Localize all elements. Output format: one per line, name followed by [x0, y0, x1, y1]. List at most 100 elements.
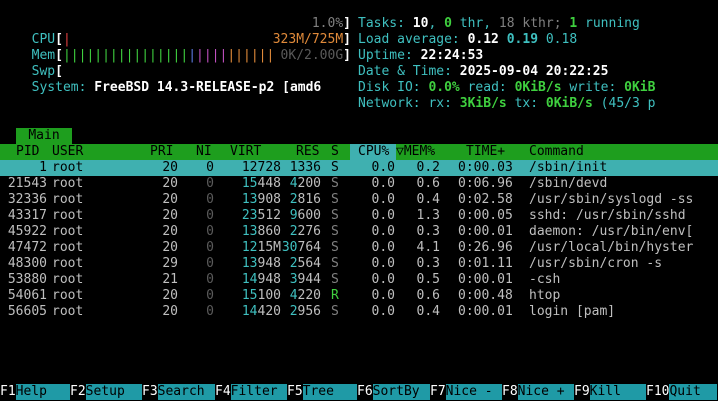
- cell-user: root: [52, 288, 84, 303]
- disk-io-pct: 0.0%: [428, 80, 460, 95]
- cell-user: root: [52, 240, 84, 255]
- cell-pri: 20: [162, 208, 178, 223]
- cell-time: 0:01.11: [458, 256, 513, 271]
- cell-cmd: htop: [529, 288, 561, 303]
- cell-res: 2956: [289, 304, 321, 319]
- cell-cpu: 0.0: [371, 224, 395, 239]
- cell-mem: 0.4: [416, 192, 440, 207]
- kthr-count: 18 kthr;: [498, 16, 562, 31]
- cell-pid: 53880: [7, 272, 47, 287]
- cell-pid: 45922: [7, 224, 47, 239]
- col-pri[interactable]: PRI: [150, 144, 173, 160]
- fkey-filter[interactable]: F4Filter: [215, 384, 287, 401]
- cell-user: root: [52, 256, 84, 271]
- process-row[interactable]: 21543 root 20 0 15448 4200 S 0.0 0.6 0:06.96/sbin…: [0, 176, 718, 192]
- cell-time: 0:00.01: [458, 272, 513, 287]
- col-res[interactable]: RES: [296, 144, 319, 160]
- fkey-key: F1: [0, 384, 16, 399]
- cell-cmd: /sbin/init: [529, 160, 608, 175]
- tab-bar: Main: [0, 128, 718, 144]
- datetime-line: Date & Time: 2025-09-04 20:22:25: [358, 64, 609, 79]
- process-table-header: PID USER PRI NI VIRT RES S CPU% ▽MEM% TI…: [0, 144, 718, 160]
- cell-s: S: [331, 176, 339, 191]
- cell-cpu: 0.0: [371, 256, 395, 271]
- col-time[interactable]: TIME+: [466, 144, 505, 160]
- running-count: 1: [569, 16, 578, 31]
- cell-ni: 0: [206, 304, 214, 319]
- fkey-quit[interactable]: F10Quit: [646, 384, 718, 401]
- process-row[interactable]: 48300 root 29 0 13948 2564 S 0.0 0.3 0:01.11/usr/…: [0, 256, 718, 272]
- process-row[interactable]: 54061 root 20 0 15100 4220 R 0.0 0.6 0:00.48 htop: [0, 288, 718, 304]
- process-row[interactable]: 1 root 20 0 12728 1336 S 0.0 0.2 0:00.03/sbin/ini…: [0, 160, 718, 176]
- cell-user: root: [52, 304, 84, 319]
- cell-s: S: [331, 256, 339, 271]
- cell-res: 1336: [289, 160, 321, 175]
- cell-pri: 20: [162, 192, 178, 207]
- fkey-help[interactable]: F1Help: [0, 384, 70, 401]
- tasks-line: Tasks: 10, 0 thr, 18 kthr; 1 running: [358, 16, 640, 31]
- tab-main[interactable]: Main: [16, 128, 72, 144]
- cell-cpu: 0.0: [371, 240, 395, 255]
- cell-time: 0:02.58: [458, 192, 513, 207]
- cpu-value: 1.0%: [311, 16, 344, 31]
- process-row[interactable]: 47472 root 20 0 1215M 30764 S 0.0 4.1 0:26.96/usr…: [0, 240, 718, 256]
- col-state[interactable]: S: [331, 144, 339, 160]
- cell-mem: 1.3: [416, 208, 440, 223]
- cell-mem: 0.3: [416, 224, 440, 239]
- fkey-sortby[interactable]: F6SortBy: [357, 384, 430, 401]
- disk-io-line: Disk IO: 0.0% read: 0KiB/s write: 0KiB: [358, 80, 656, 95]
- cell-cpu: 0.0: [371, 208, 395, 223]
- cell-mem: 0.5: [416, 272, 440, 287]
- cell-time: 0:00.48: [458, 288, 513, 303]
- fkey-tree[interactable]: F5Tree: [287, 384, 357, 401]
- cell-cpu: 0.0: [371, 176, 395, 191]
- net-packets: (45/3 p: [600, 96, 656, 111]
- process-row[interactable]: 43317 root 20 0 23512 9600 S 0.0 1.3 0:00.05 sshd:…: [0, 208, 718, 224]
- cell-user: root: [52, 272, 84, 287]
- col-command[interactable]: Command: [529, 144, 584, 160]
- fkey-setup[interactable]: F2Setup: [70, 384, 142, 401]
- net-rx: 3KiB/s: [459, 96, 507, 111]
- fkey-label: Nice -: [445, 384, 502, 400]
- cell-pid: 48300: [7, 256, 47, 271]
- cell-cmd: -csh: [529, 272, 561, 287]
- cell-pid: 32336: [7, 192, 47, 207]
- cell-time: 0:00.05: [458, 208, 513, 223]
- fkey-kill[interactable]: F9Kill: [574, 384, 646, 401]
- cell-ni: 0: [206, 256, 214, 271]
- fkey-key: F3: [142, 384, 158, 399]
- col-pid[interactable]: PID: [16, 144, 39, 160]
- cell-cpu: 0.0: [371, 160, 395, 175]
- cell-ni: 0: [206, 288, 214, 303]
- cell-ni: 0: [206, 224, 214, 239]
- cell-mem: 0.3: [416, 256, 440, 271]
- cell-cpu: 0.0: [371, 272, 395, 287]
- cell-virt: 23512: [241, 208, 281, 223]
- col-virt[interactable]: VIRT: [230, 144, 261, 160]
- process-row[interactable]: 32336 root 20 0 13908 2816 S 0.0 0.4 0:02.58/usr/…: [0, 192, 718, 208]
- net-tx: 0KiB/s: [545, 96, 593, 111]
- fkey-search[interactable]: F3Search: [142, 384, 215, 401]
- process-row[interactable]: 56605 root 20 0 14420 2956 S 0.0 0.4 0:00.01 login…: [0, 304, 718, 320]
- mem-value: 323M/725M: [272, 32, 344, 47]
- cell-ni: 0: [206, 192, 214, 207]
- process-row[interactable]: 53880 root 21 0 14948 3944 S 0.0 0.5 0:00.01 -csh: [0, 272, 718, 288]
- col-user[interactable]: USER: [52, 144, 83, 160]
- col-ni[interactable]: NI: [196, 144, 212, 160]
- cell-pri: 21: [162, 272, 178, 287]
- fkey-key: F7: [430, 384, 446, 399]
- col-cpu[interactable]: CPU%: [358, 144, 389, 160]
- cell-cmd: /usr/sbin/syslogd -ss: [529, 192, 694, 207]
- fkey-nice[interactable]: F8Nice +: [502, 384, 574, 401]
- uptime-line: Uptime: 22:24:53: [358, 48, 484, 63]
- cell-mem: 4.1: [416, 240, 440, 255]
- cell-s: S: [331, 160, 339, 175]
- cell-res: 4220: [289, 288, 321, 303]
- cell-pri: 29: [162, 256, 178, 271]
- col-mem[interactable]: ▽MEM%: [396, 144, 435, 160]
- fkey-nice[interactable]: F7Nice -: [430, 384, 502, 401]
- cell-user: root: [52, 208, 84, 223]
- fkey-label: Quit: [669, 384, 718, 400]
- process-row[interactable]: 45922 root 20 0 13860 2276 S 0.0 0.3 0:00.01 daemo…: [0, 224, 718, 240]
- cell-res: 2564: [289, 256, 321, 271]
